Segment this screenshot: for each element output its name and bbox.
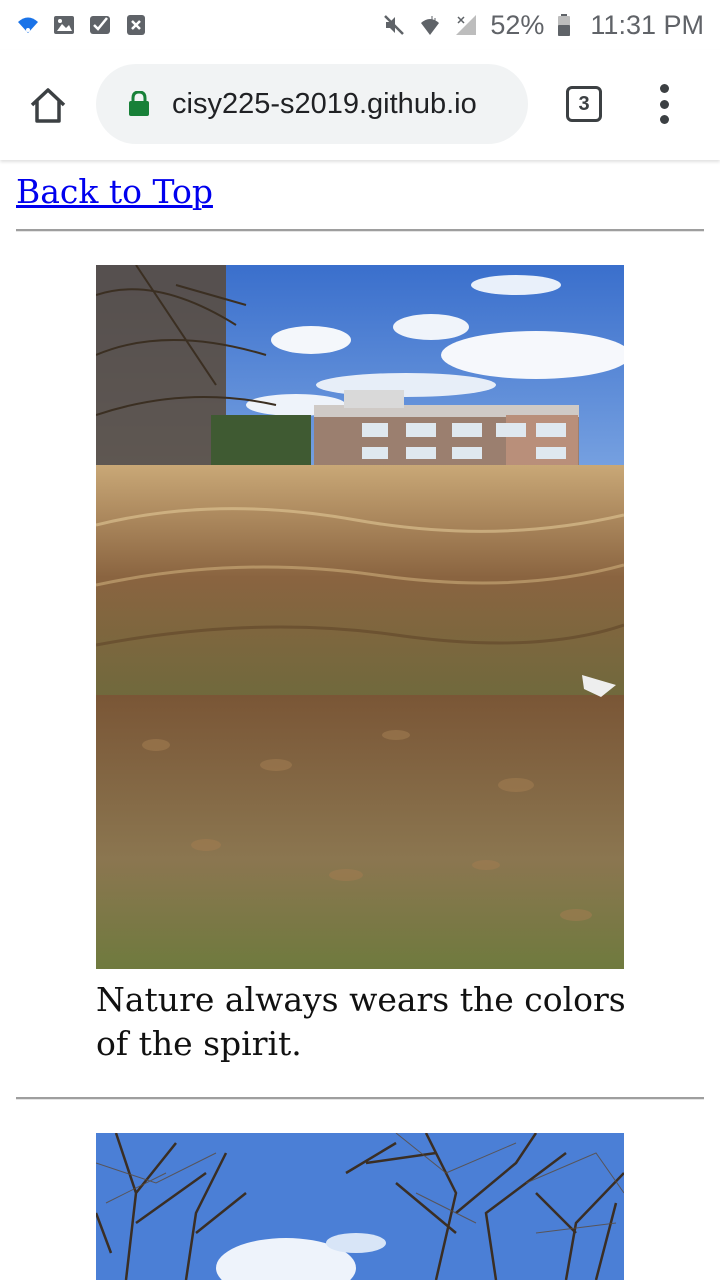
nature-photo-2	[96, 1133, 624, 1280]
checkbox-app-icon	[90, 16, 110, 34]
photo-caption: Nature always wears the colors of the sp…	[96, 980, 626, 1063]
back-to-top-link[interactable]: Back to Top	[16, 172, 213, 211]
mute-icon	[384, 15, 405, 35]
browser-toolbar: cisy225-s2019.github.io 3	[0, 50, 720, 160]
status-right: 52% 11:31 PM	[382, 10, 704, 41]
overflow-menu-icon[interactable]	[652, 84, 676, 124]
clock: 11:31 PM	[590, 9, 704, 40]
status-left	[16, 13, 148, 37]
status-bar: 52% 11:31 PM	[0, 0, 720, 50]
divider	[16, 229, 704, 232]
url-text[interactable]: cisy225-s2019.github.io	[172, 64, 522, 144]
page-content: Back to Top Nature always wears the colo…	[0, 160, 720, 1280]
battery-percent: 52%	[490, 9, 545, 40]
address-bar[interactable]: cisy225-s2019.github.io	[96, 64, 528, 144]
signal-icon	[456, 15, 477, 35]
image-icon	[54, 16, 74, 34]
wifi-icon	[18, 17, 38, 33]
home-icon[interactable]	[26, 83, 70, 127]
wifi-calling-icon	[421, 16, 440, 35]
tab-switcher-button[interactable]: 3	[566, 86, 602, 122]
lock-icon	[129, 91, 149, 116]
divider	[16, 1097, 704, 1100]
nature-photo-1	[96, 265, 624, 969]
battery-icon	[558, 14, 571, 36]
close-notification-icon	[127, 15, 145, 35]
